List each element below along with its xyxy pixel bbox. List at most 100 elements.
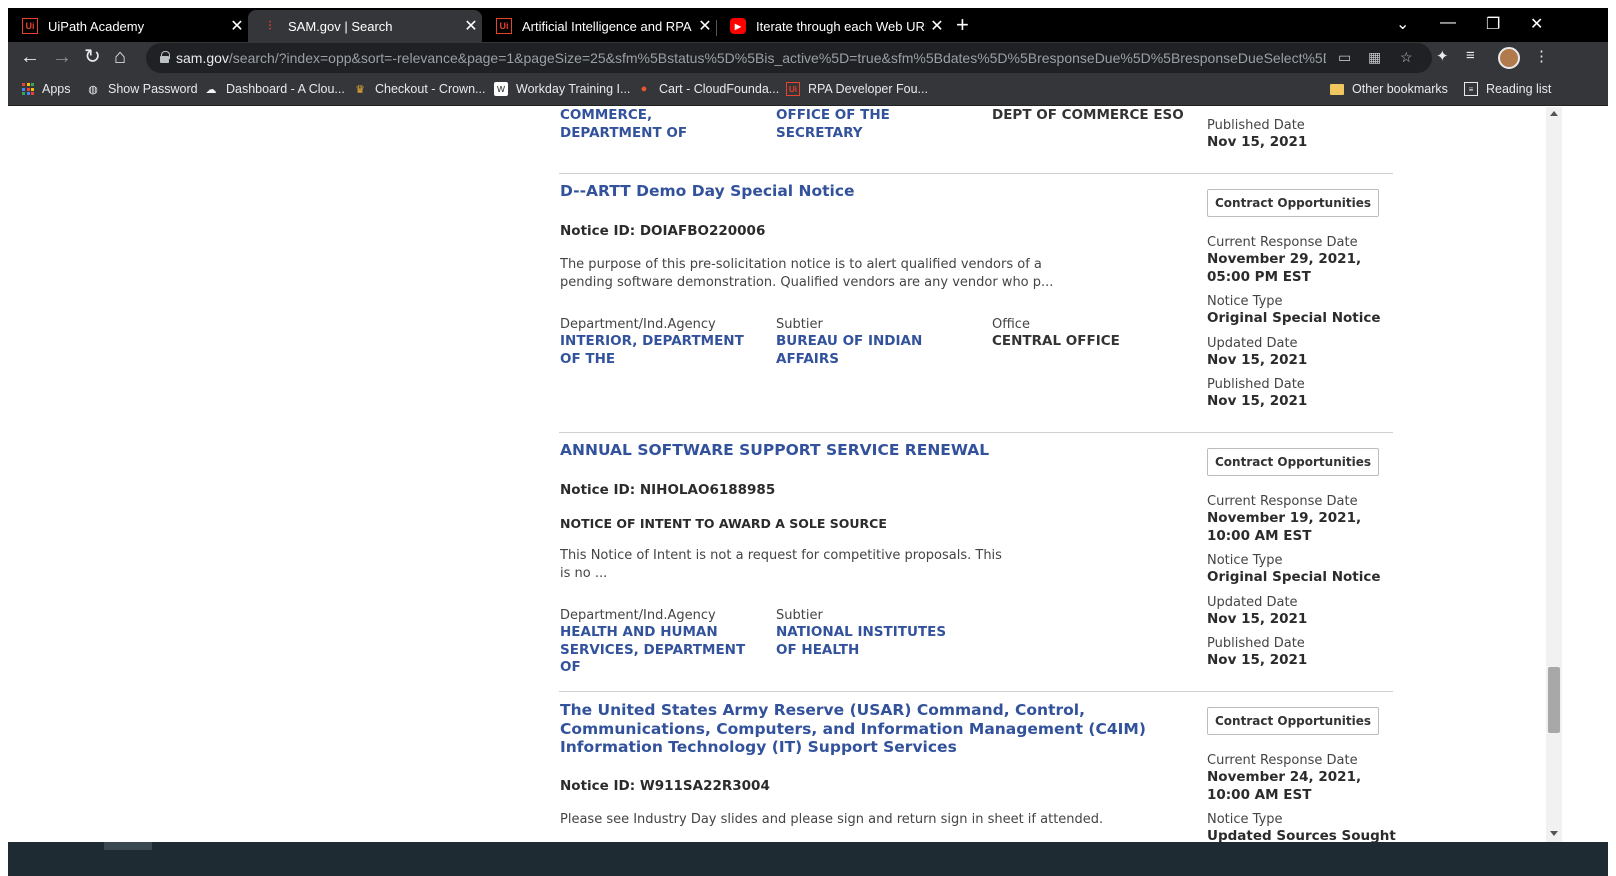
- taskbar-app-button[interactable]: [104, 842, 152, 850]
- dates-column: Contract Opportunities Current Response …: [1207, 707, 1397, 842]
- url-path: /search/?index=opp&sort=-relevance&page=…: [228, 50, 1326, 66]
- back-icon[interactable]: ←: [20, 46, 40, 68]
- dates-column: Contract Opportunities Current Response …: [1207, 189, 1397, 418]
- tab-ai-rpa[interactable]: Ui Artificial Intelligence and RPA | Ui …: [482, 10, 716, 42]
- profile-avatar[interactable]: [1498, 47, 1520, 69]
- page-scrollbar[interactable]: [1546, 107, 1562, 842]
- tab-uipath-academy[interactable]: Ui UiPath Academy ✕: [8, 10, 248, 42]
- restore-icon[interactable]: ❐: [1486, 14, 1500, 34]
- other-bookmarks[interactable]: Other bookmarks: [1330, 82, 1448, 96]
- tab-strip: Ui UiPath Academy ✕ ⫶ SAM.gov | Search ✕…: [8, 8, 1608, 42]
- tab-sam-gov[interactable]: ⫶ SAM.gov | Search ✕: [248, 10, 482, 42]
- agency-column: Department/Ind.Agency INTERIOR, DEPARTME…: [560, 316, 755, 368]
- forward-icon[interactable]: →: [52, 46, 72, 68]
- tab-title: Artificial Intelligence and RPA | Ui: [522, 18, 694, 34]
- category-badge[interactable]: Contract Opportunities: [1207, 189, 1379, 217]
- qr-code-icon[interactable]: ▦: [1368, 49, 1381, 66]
- published-date-label: Published Date: [1207, 636, 1305, 651]
- media-control-icon[interactable]: ≡: [1466, 47, 1475, 64]
- url-host: sam.gov: [176, 50, 229, 66]
- bookmark-label: Dashboard - A Clou...: [226, 82, 345, 96]
- response-date-label: Current Response Date: [1207, 494, 1358, 509]
- agency-link[interactable]: COMMERCE, DEPARTMENT OF: [560, 107, 750, 142]
- published-date: Nov 15, 2021: [1207, 134, 1308, 150]
- reading-list-label: Reading list: [1486, 82, 1552, 96]
- result-title-link[interactable]: ANNUAL SOFTWARE SUPPORT SERVICE RENEWAL: [560, 441, 1170, 460]
- menu-kebab-icon[interactable]: ⋮: [1534, 47, 1549, 65]
- bookmark-label: RPA Developer Fou...: [808, 82, 928, 96]
- subtier-column: Subtier NATIONAL INSTITUTES OF HEALTH: [776, 607, 966, 659]
- office-column: DEPT OF COMMERCE ESO: [992, 107, 1192, 125]
- bookmark-checkout[interactable]: ♛ Checkout - Crown...: [353, 82, 485, 96]
- bookmark-rpa-developer[interactable]: Ui RPA Developer Fou...: [786, 82, 928, 96]
- toolbar: ← → ↻ ⌂ sam.gov/search/?index=opp&sort=-…: [8, 42, 1608, 74]
- category-badge[interactable]: Contract Opportunities: [1207, 448, 1379, 476]
- result-title-link[interactable]: The United States Army Reserve (USAR) Co…: [560, 701, 1170, 757]
- bookmark-star-icon[interactable]: ☆: [1400, 49, 1413, 66]
- response-date: November 29, 2021, 05:00 PM EST: [1207, 251, 1362, 285]
- url-text[interactable]: sam.gov/search/?index=opp&sort=-relevanc…: [176, 50, 1326, 66]
- bookmark-apps[interactable]: Apps: [22, 82, 71, 96]
- office-column: Office CENTRAL OFFICE: [992, 316, 1192, 351]
- uipath-icon: Ui: [786, 82, 800, 96]
- tab-search-icon[interactable]: ⌄: [1396, 14, 1409, 34]
- close-icon[interactable]: ✕: [226, 16, 248, 36]
- result-item: The United States Army Reserve (USAR) Co…: [559, 691, 1396, 842]
- notice-id: Notice ID: W911SA22R3004: [560, 778, 770, 794]
- response-date: November 19, 2021, 10:00 AM EST: [1207, 510, 1362, 544]
- bookmarks-bar: Apps ◍ Show Password ☁ Dashboard - A Clo…: [8, 74, 1608, 106]
- updated-date-label: Updated Date: [1207, 335, 1298, 351]
- close-icon[interactable]: ✕: [926, 16, 948, 36]
- subtier-link[interactable]: BUREAU OF INDIAN AFFAIRS: [776, 333, 951, 368]
- folder-icon: [1330, 83, 1344, 95]
- minimize-icon[interactable]: —: [1440, 14, 1456, 32]
- updated-date-label: Updated Date: [1207, 594, 1298, 610]
- bookmark-cart[interactable]: ● Cart - CloudFounda...: [637, 82, 780, 96]
- home-icon[interactable]: ⌂: [114, 46, 126, 68]
- scroll-down-arrow-icon[interactable]: [1550, 831, 1558, 836]
- office-label: Office: [992, 317, 1030, 332]
- cloudfoundation-icon: ●: [640, 83, 648, 95]
- updated-date: Nov 15, 2021: [1207, 610, 1308, 627]
- close-icon[interactable]: ✕: [460, 16, 482, 36]
- agency-label: Department/Ind.Agency: [560, 608, 716, 623]
- os-taskbar: [8, 842, 1608, 876]
- agency-column: COMMERCE, DEPARTMENT OF: [560, 107, 750, 142]
- window-close-icon[interactable]: ✕: [1530, 14, 1543, 34]
- tab-iterate-web-url[interactable]: ▶ Iterate through each Web URL||U ✕: [716, 10, 948, 42]
- extensions-icon[interactable]: ✦: [1436, 47, 1449, 65]
- published-date-label: Published Date: [1207, 377, 1305, 392]
- agency-link[interactable]: INTERIOR, DEPARTMENT OF THE: [560, 333, 755, 368]
- notice-type: Original Special Notice: [1207, 569, 1381, 585]
- uipath-icon: Ui: [496, 18, 512, 34]
- result-description: Please see Industry Day slides and pleas…: [560, 812, 1104, 827]
- reading-list-icon: ≡: [1464, 82, 1478, 96]
- subtier-link[interactable]: NATIONAL INSTITUTES OF HEALTH: [776, 624, 966, 659]
- lock-icon[interactable]: [160, 51, 170, 63]
- cast-icon[interactable]: ▭: [1338, 49, 1351, 66]
- notice-id: Notice ID: DOIAFBO220006: [560, 223, 766, 239]
- category-badge[interactable]: Contract Opportunities: [1207, 707, 1379, 735]
- agency-link[interactable]: HEALTH AND HUMAN SERVICES, DEPARTMENT OF: [560, 624, 755, 677]
- scroll-thumb[interactable]: [1548, 667, 1560, 733]
- scroll-up-arrow-icon[interactable]: [1550, 111, 1558, 116]
- page-viewport: COMMERCE, DEPARTMENT OF OFFICE OF THE SE…: [8, 107, 1546, 842]
- office-value: CENTRAL OFFICE: [992, 333, 1120, 349]
- bookmark-dashboard[interactable]: ☁ Dashboard - A Clou...: [204, 82, 345, 96]
- bookmark-show-password[interactable]: ◍ Show Password: [86, 82, 197, 96]
- updated-date: Nov 15, 2021: [1207, 351, 1308, 368]
- subtier-label: Subtier: [776, 317, 823, 332]
- result-title-link[interactable]: D--ARTT Demo Day Special Notice: [560, 182, 1170, 201]
- subtier-link[interactable]: OFFICE OF THE SECRETARY: [776, 107, 976, 142]
- close-icon[interactable]: ✕: [694, 16, 716, 36]
- published-date: Nov 15, 2021: [1207, 652, 1308, 668]
- result-description: The purpose of this pre-solicitation not…: [560, 257, 1054, 290]
- globe-icon: ◍: [88, 83, 98, 96]
- reload-icon[interactable]: ↻: [84, 46, 101, 68]
- new-tab-button[interactable]: +: [956, 14, 969, 36]
- dates-column: Published Date Nov 15, 2021: [1207, 117, 1397, 159]
- address-bar[interactable]: sam.gov/search/?index=opp&sort=-relevanc…: [146, 43, 1432, 73]
- bookmark-workday[interactable]: w Workday Training I...: [494, 82, 630, 96]
- subtier-label: Subtier: [776, 608, 823, 623]
- reading-list[interactable]: ≡ Reading list: [1464, 82, 1551, 96]
